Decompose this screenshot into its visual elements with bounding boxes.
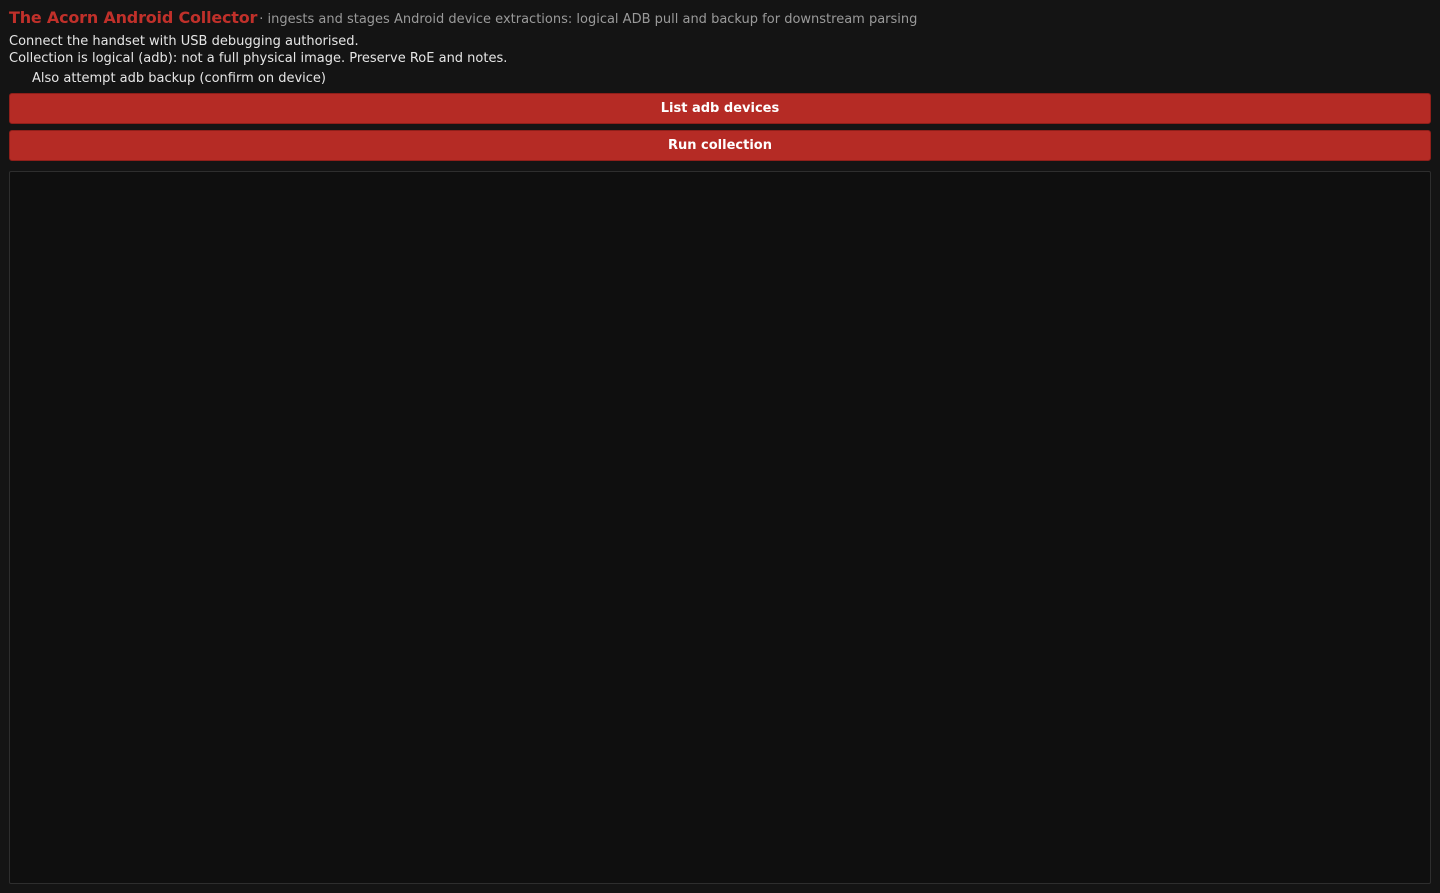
header: The Acorn Android Collector · ingests an… — [9, 8, 1431, 30]
app-subtitle: · ingests and stages Android device extr… — [259, 12, 918, 27]
app-root: The Acorn Android Collector · ingests an… — [0, 0, 1440, 893]
instruction-logical-collection: Collection is logical (adb): not a full … — [9, 50, 508, 66]
app-title: The Acorn Android Collector — [9, 8, 258, 27]
instruction-usb-debugging: Connect the handset with USB debugging a… — [9, 34, 359, 49]
list-adb-devices-button[interactable]: List adb devices — [9, 93, 1431, 124]
output-log-panel[interactable] — [9, 171, 1431, 884]
backup-checkbox[interactable] — [9, 71, 23, 85]
run-collection-button[interactable]: Run collection — [9, 130, 1431, 161]
backup-option[interactable]: Also attempt adb backup (confirm on devi… — [9, 67, 1431, 89]
backup-checkbox-label: Also attempt adb backup (confirm on devi… — [32, 70, 326, 86]
run-collection-label: Run collection — [668, 138, 772, 153]
list-adb-devices-label: List adb devices — [660, 101, 780, 116]
